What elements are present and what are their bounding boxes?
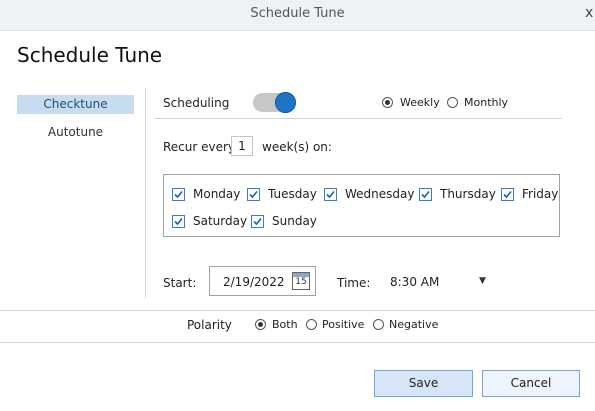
- day-label-monday: Monday: [193, 187, 241, 201]
- checkmark-icon: [421, 190, 430, 199]
- chevron-down-icon: ▼: [479, 276, 486, 286]
- checkmark-icon: [503, 190, 512, 199]
- recur-weeks-input[interactable]: 1: [231, 136, 253, 156]
- polarity-both-label: Both: [272, 318, 298, 331]
- checkbox-sunday[interactable]: [251, 215, 264, 228]
- day-label-friday: Friday: [522, 187, 559, 201]
- start-date-input[interactable]: 2/19/2022 15: [209, 266, 316, 296]
- recur-prefix: Recur every: [163, 140, 236, 154]
- calendar-icon[interactable]: 15: [292, 272, 310, 290]
- polarity-positive-label: Positive: [322, 318, 365, 331]
- polarity-both-radio[interactable]: [255, 319, 266, 330]
- sidebar-item-checktune[interactable]: Checktune: [17, 95, 134, 114]
- polarity-negative-label: Negative: [389, 318, 439, 331]
- time-label: Time:: [337, 276, 371, 290]
- weekly-radio[interactable]: [382, 97, 393, 108]
- day-label-wednesday: Wednesday: [345, 187, 415, 201]
- footer-divider: [0, 342, 595, 343]
- polarity-label: Polarity: [187, 318, 232, 332]
- toggle-knob: [275, 92, 296, 113]
- scheduling-toggle[interactable]: [253, 92, 296, 113]
- monthly-label: Monthly: [464, 96, 509, 109]
- day-label-thursday: Thursday: [440, 187, 496, 201]
- scheduling-divider: [155, 118, 562, 119]
- start-label: Start:: [163, 276, 197, 290]
- cancel-button[interactable]: Cancel: [482, 370, 580, 397]
- checkbox-saturday[interactable]: [172, 215, 185, 228]
- start-date-value: 2/19/2022: [223, 275, 285, 289]
- checkbox-thursday[interactable]: [419, 188, 432, 201]
- sidebar-item-autotune[interactable]: Autotune: [17, 123, 134, 142]
- checkbox-tuesday[interactable]: [247, 188, 260, 201]
- checkmark-icon: [253, 217, 262, 226]
- time-select[interactable]: 8:30 AM ▼: [386, 266, 496, 296]
- calendar-day: 15: [295, 277, 307, 287]
- polarity-positive-radio[interactable]: [306, 319, 317, 330]
- sidebar-divider: [145, 88, 146, 298]
- monthly-radio[interactable]: [447, 97, 458, 108]
- day-label-saturday: Saturday: [193, 214, 248, 228]
- scheduling-label: Scheduling: [163, 96, 230, 110]
- window-title: Schedule Tune: [250, 6, 345, 21]
- checkbox-wednesday[interactable]: [324, 188, 337, 201]
- page-title: Schedule Tune: [17, 43, 163, 67]
- checkmark-icon: [326, 190, 335, 199]
- checkbox-monday[interactable]: [172, 188, 185, 201]
- recur-suffix: week(s) on:: [262, 140, 332, 154]
- checkmark-icon: [174, 217, 183, 226]
- day-label-tuesday: Tuesday: [268, 187, 317, 201]
- section-divider: [0, 310, 595, 311]
- checkbox-friday[interactable]: [501, 188, 514, 201]
- weekly-label: Weekly: [400, 96, 440, 109]
- checkmark-icon: [249, 190, 258, 199]
- checkmark-icon: [174, 190, 183, 199]
- close-icon[interactable]: x: [585, 5, 595, 21]
- polarity-negative-radio[interactable]: [373, 319, 384, 330]
- window-titlebar: Schedule Tune x: [0, 0, 595, 31]
- time-value: 8:30 AM: [390, 275, 440, 289]
- save-button[interactable]: Save: [374, 370, 473, 397]
- day-label-sunday: Sunday: [272, 214, 317, 228]
- days-group: Monday Tuesday Wednesday Thursday Friday…: [163, 174, 560, 237]
